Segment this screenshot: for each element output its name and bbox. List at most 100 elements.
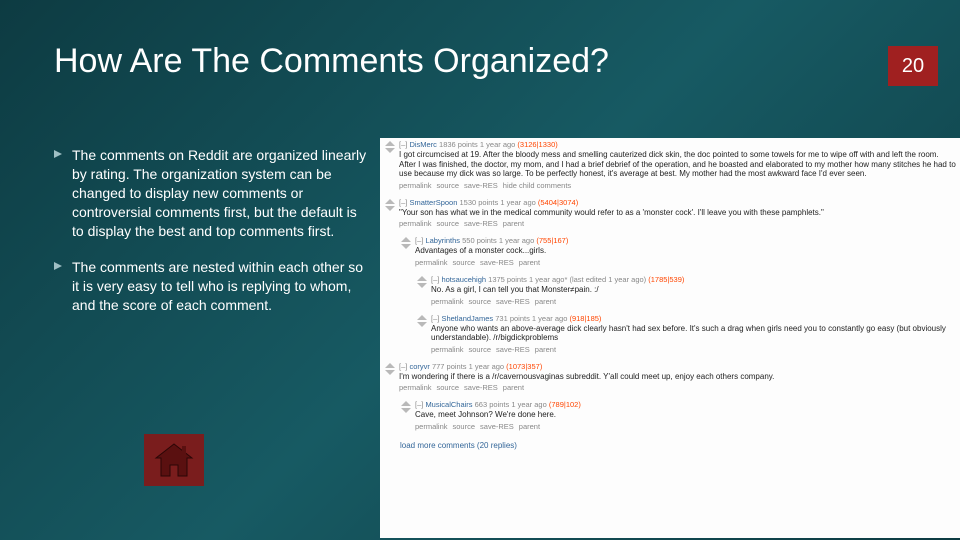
home-button[interactable]: [144, 434, 204, 486]
body-text-area: The comments on Reddit are organized lin…: [52, 146, 370, 333]
upvote-icon[interactable]: [385, 141, 395, 146]
action-link[interactable]: permalink: [399, 383, 432, 392]
slide-number-text: 20: [902, 55, 924, 78]
upvote-icon[interactable]: [417, 276, 427, 281]
comment-actions[interactable]: permalink source save-RES parent: [415, 258, 956, 271]
comment-tagline: [–] DisMerc 1836 points 1 year ago (3126…: [399, 140, 956, 149]
comment-tagline: [–] hotsaucehigh 1375 points 1 year ago*…: [431, 275, 956, 284]
comment-tagline: [–] coryvr 777 points 1 year ago (1073|3…: [399, 362, 956, 371]
comment-row: [–] DisMerc 1836 points 1 year ago (3126…: [380, 138, 960, 196]
downvote-icon[interactable]: [385, 148, 395, 153]
action-link[interactable]: save-RES: [464, 219, 498, 228]
author-link[interactable]: coryvr: [409, 362, 429, 371]
action-link[interactable]: permalink: [431, 297, 464, 306]
action-link[interactable]: permalink: [415, 258, 448, 267]
action-link[interactable]: permalink: [399, 219, 432, 228]
bullet-text: The comments on Reddit are organized lin…: [72, 146, 370, 240]
bullet-text: The comments are nested within each othe…: [72, 258, 370, 315]
vote-arrows[interactable]: [416, 314, 428, 328]
action-link[interactable]: source: [437, 219, 460, 228]
downvote-icon[interactable]: [385, 370, 395, 375]
action-link[interactable]: save-RES: [480, 258, 514, 267]
comment-tagline: [–] MusicalChairs 663 points 1 year ago …: [415, 400, 956, 409]
action-link[interactable]: parent: [535, 345, 556, 354]
downvote-icon[interactable]: [401, 408, 411, 413]
action-link[interactable]: permalink: [415, 422, 448, 431]
action-link[interactable]: save-RES: [480, 422, 514, 431]
slide-number: 20: [888, 46, 938, 86]
bullet-item: The comments on Reddit are organized lin…: [52, 146, 370, 240]
action-link[interactable]: parent: [503, 383, 524, 392]
downvote-icon[interactable]: [417, 283, 427, 288]
comment-body: Advantages of a monster cock...girls.: [415, 245, 956, 258]
downvote-icon[interactable]: [401, 244, 411, 249]
comment-content: [–] SmatterSpoon 1530 points 1 year ago …: [399, 198, 956, 233]
comment-tagline: [–] ShetlandJames 731 points 1 year ago …: [431, 314, 956, 323]
comment-body: Cave, meet Johnson? We're done here.: [415, 409, 956, 422]
comment-row: [–] coryvr 777 points 1 year ago (1073|3…: [380, 360, 960, 399]
vote-arrows[interactable]: [384, 140, 396, 154]
comment-body: "Your son has what we in the medical com…: [399, 207, 956, 220]
author-link[interactable]: MusicalChairs: [425, 400, 472, 409]
action-link[interactable]: source: [453, 258, 476, 267]
load-more-link[interactable]: load more comments (20 replies): [380, 437, 960, 454]
comment-actions[interactable]: permalink source save-RES parent: [415, 422, 956, 435]
comment-actions[interactable]: permalink source save-RES parent: [399, 383, 956, 396]
comment-row: [–] ShetlandJames 731 points 1 year ago …: [412, 312, 960, 360]
score-tag: (3126|1330): [517, 140, 557, 149]
vote-arrows[interactable]: [400, 400, 412, 414]
action-link[interactable]: save-RES: [496, 345, 530, 354]
action-link[interactable]: source: [437, 181, 460, 190]
vote-arrows[interactable]: [384, 362, 396, 376]
comment-row: [–] hotsaucehigh 1375 points 1 year ago*…: [412, 273, 960, 312]
score-tag: (1073|357): [506, 362, 542, 371]
vote-arrows[interactable]: [400, 236, 412, 250]
author-link[interactable]: SmatterSpoon: [409, 198, 457, 207]
downvote-icon[interactable]: [417, 322, 427, 327]
comment-body: I got circumcised at 19. After the blood…: [399, 149, 956, 181]
vote-arrows[interactable]: [384, 198, 396, 212]
comment-actions[interactable]: permalink source save-RES parent: [431, 345, 956, 358]
action-link[interactable]: permalink: [431, 345, 464, 354]
action-link[interactable]: parent: [519, 422, 540, 431]
comment-row: [–] Labyrinths 550 points 1 year ago (75…: [396, 234, 960, 273]
comment-actions[interactable]: permalink source save-RES parent: [431, 297, 956, 310]
upvote-icon[interactable]: [385, 363, 395, 368]
comment-row: [–] MusicalChairs 663 points 1 year ago …: [396, 398, 960, 437]
action-link[interactable]: save-RES: [464, 181, 498, 190]
bullet-item: The comments are nested within each othe…: [52, 258, 370, 315]
action-link[interactable]: hide child comments: [503, 181, 571, 190]
action-link[interactable]: parent: [535, 297, 556, 306]
action-link[interactable]: save-RES: [464, 383, 498, 392]
downvote-icon[interactable]: [385, 206, 395, 211]
action-link[interactable]: save-RES: [496, 297, 530, 306]
score-tag: (1785|539): [648, 275, 684, 284]
comment-body: No. As a girl, I can tell you that Monst…: [431, 284, 956, 297]
upvote-icon[interactable]: [401, 237, 411, 242]
upvote-icon[interactable]: [385, 199, 395, 204]
vote-arrows[interactable]: [416, 275, 428, 289]
comment-body: Anyone who wants an above-average dick c…: [431, 323, 956, 345]
reddit-screenshot: [–] DisMerc 1836 points 1 year ago (3126…: [380, 138, 960, 538]
comment-row: [–] SmatterSpoon 1530 points 1 year ago …: [380, 196, 960, 235]
action-link[interactable]: source: [437, 383, 460, 392]
comment-body: I'm wondering if there is a /r/cavernous…: [399, 371, 956, 384]
author-link[interactable]: ShetlandJames: [441, 314, 493, 323]
comment-actions[interactable]: permalink source save-RES parent: [399, 219, 956, 232]
score-tag: (5404|3074): [538, 198, 578, 207]
action-link[interactable]: parent: [519, 258, 540, 267]
action-link[interactable]: source: [453, 422, 476, 431]
action-link[interactable]: permalink: [399, 181, 432, 190]
comment-tagline: [–] Labyrinths 550 points 1 year ago (75…: [415, 236, 956, 245]
upvote-icon[interactable]: [417, 315, 427, 320]
comment-content: [–] coryvr 777 points 1 year ago (1073|3…: [399, 362, 956, 397]
action-link[interactable]: parent: [503, 219, 524, 228]
comment-actions[interactable]: permalink source save-RES hide child commen…: [399, 181, 956, 194]
upvote-icon[interactable]: [401, 401, 411, 406]
author-link[interactable]: Labyrinths: [425, 236, 460, 245]
author-link[interactable]: DisMerc: [409, 140, 437, 149]
action-link[interactable]: source: [469, 297, 492, 306]
author-link[interactable]: hotsaucehigh: [441, 275, 486, 284]
action-link[interactable]: source: [469, 345, 492, 354]
score-tag: (918|185): [569, 314, 601, 323]
